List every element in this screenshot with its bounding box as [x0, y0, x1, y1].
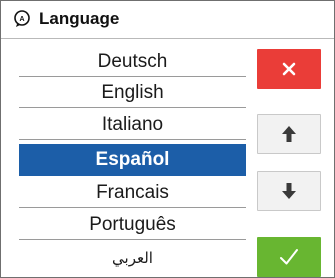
- language-list: Deutsch English Italiano Español Francai…: [19, 46, 246, 276]
- list-item-label: Francais: [96, 181, 169, 203]
- list-item-label: English: [101, 81, 164, 103]
- list-item-espanol[interactable]: Español: [19, 144, 246, 176]
- arrow-down-icon: [282, 183, 296, 199]
- language-icon: A: [14, 10, 30, 27]
- list-item-arabic[interactable]: العربي: [19, 242, 246, 273]
- list-item-label: Español: [95, 149, 170, 170]
- arrow-up-icon: [282, 126, 296, 142]
- scroll-up-button[interactable]: [257, 114, 321, 154]
- list-item-portugues[interactable]: Português: [19, 209, 246, 240]
- list-item-label: Deutsch: [97, 50, 168, 72]
- close-icon: [282, 62, 296, 76]
- list-item-francais[interactable]: Francais: [19, 177, 246, 208]
- title-bar: A Language: [1, 1, 334, 38]
- list-item-italiano[interactable]: Italiano: [19, 109, 246, 140]
- scroll-down-button[interactable]: [257, 171, 321, 211]
- title-divider: [1, 38, 334, 39]
- svg-text:A: A: [19, 16, 24, 23]
- confirm-button[interactable]: [257, 237, 321, 277]
- list-item-english[interactable]: English: [19, 77, 246, 108]
- list-item-label: Português: [89, 213, 176, 235]
- language-dialog: A Language Deutsch English Italiano Espa…: [0, 0, 335, 278]
- close-button[interactable]: [257, 49, 321, 89]
- list-item-label: العربي: [112, 248, 153, 267]
- dialog-title: Language: [39, 9, 120, 28]
- checkmark-icon: [280, 249, 298, 265]
- list-item-deutsch[interactable]: Deutsch: [19, 46, 246, 77]
- list-item-label: Italiano: [101, 113, 164, 135]
